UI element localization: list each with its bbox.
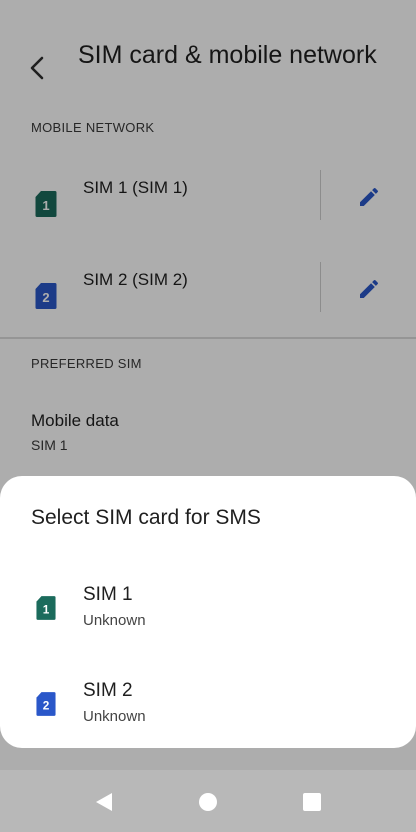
sim-card-2-icon: 2 [36,692,56,716]
sim-card-2-badge: 2 [43,698,50,712]
sms-option-sim-2-sublabel: Unknown [83,708,146,725]
sms-option-sim-2-label: SIM 2 [83,680,133,701]
circle-home-icon [199,793,217,811]
triangle-back-icon [96,793,112,811]
sms-option-sim-1[interactable]: 1 SIM 1 Unknown [0,564,416,650]
select-sim-dialog: Select SIM card for SMS 1 SIM 1 Unknown … [0,476,416,748]
sms-option-sim-1-label: SIM 1 [83,584,133,605]
square-recents-icon [303,793,321,811]
sim-card-1-badge: 1 [43,602,50,616]
nav-recents-button[interactable] [300,790,324,814]
sms-option-sim-2[interactable]: 2 SIM 2 Unknown [0,660,416,746]
nav-home-button[interactable] [196,790,220,814]
sms-option-sim-1-sublabel: Unknown [83,612,146,629]
dialog-title: Select SIM card for SMS [31,506,261,529]
navigation-bar [0,770,416,832]
nav-back-button[interactable] [92,790,116,814]
sim-card-1-icon: 1 [36,596,56,620]
